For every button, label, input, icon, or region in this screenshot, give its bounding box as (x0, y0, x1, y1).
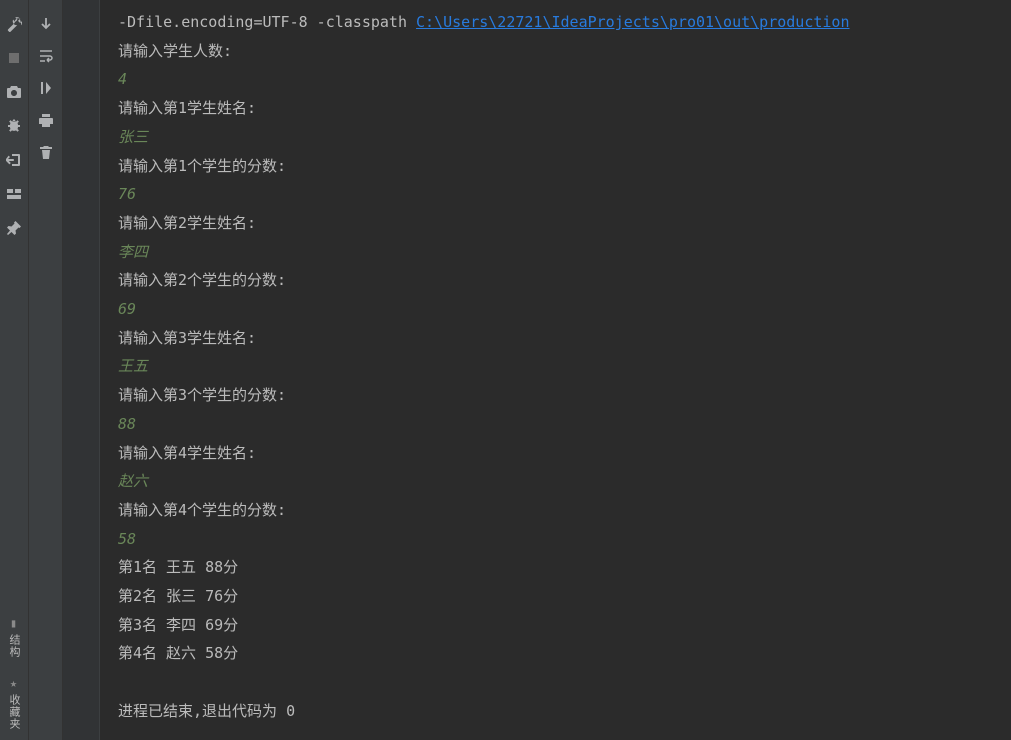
console-gutter (63, 0, 100, 740)
run-toolbar (29, 0, 63, 740)
favorites-label: 收藏夹 (6, 694, 22, 730)
console-line: 88 (118, 410, 993, 439)
jvm-args-prefix: -Dfile.encoding=UTF-8 -classpath (118, 13, 416, 31)
console-line: 请输入第1个学生的分数: (118, 152, 993, 181)
console-line: 69 (118, 295, 993, 324)
jvm-args-line: -Dfile.encoding=UTF-8 -classpath C:\User… (118, 8, 993, 37)
scroll-to-end-icon[interactable] (38, 80, 54, 96)
soft-wrap-icon[interactable] (38, 48, 54, 64)
console-line: 请输入第3个学生的分数: (118, 381, 993, 410)
console-line: 李四 (118, 238, 993, 267)
console-line: 请输入第2个学生的分数: (118, 266, 993, 295)
print-icon[interactable] (38, 112, 54, 128)
console-line: 张三 (118, 123, 993, 152)
console-line: 76 (118, 180, 993, 209)
console-line: 请输入第4个学生的分数: (118, 496, 993, 525)
console-line: 请输入第3学生姓名: (118, 324, 993, 353)
console-line (118, 668, 993, 697)
console-line: 请输入第2学生姓名: (118, 209, 993, 238)
console-line: 请输入学生人数: (118, 37, 993, 66)
console-line: 第2名 张三 76分 (118, 582, 993, 611)
structure-label: 结构 (6, 634, 22, 658)
bug-icon[interactable] (6, 118, 22, 134)
structure-panel-button[interactable]: ▮ 结构 (6, 616, 22, 658)
layout-icon[interactable] (6, 186, 22, 202)
console-line: 第3名 李四 69分 (118, 611, 993, 640)
console-line: 请输入第1学生姓名: (118, 94, 993, 123)
wrench-icon[interactable] (6, 16, 22, 32)
console-line: 4 (118, 65, 993, 94)
classpath-link[interactable]: C:\Users\22721\IdeaProjects\pro01\out\pr… (416, 13, 849, 31)
camera-icon[interactable] (6, 84, 22, 100)
console-line: 进程已结束,退出代码为 0 (118, 697, 993, 726)
structure-mini-icon: ▮ (10, 616, 18, 630)
far-left-toolbar: ▮ 结构 ★ 收藏夹 (0, 0, 29, 740)
console-output[interactable]: -Dfile.encoding=UTF-8 -classpath C:\User… (100, 0, 1011, 740)
console-line: 第4名 赵六 58分 (118, 639, 993, 668)
favorites-panel-button[interactable]: ★ 收藏夹 (6, 676, 22, 730)
console-line: 请输入第4学生姓名: (118, 439, 993, 468)
trash-icon[interactable] (38, 144, 54, 160)
down-arrow-icon[interactable] (38, 16, 54, 32)
stop-icon[interactable] (6, 50, 22, 66)
console-line: 赵六 (118, 467, 993, 496)
star-mini-icon: ★ (10, 676, 18, 690)
console-line: 第1名 王五 88分 (118, 553, 993, 582)
console-line: 58 (118, 525, 993, 554)
pin-icon[interactable] (6, 220, 22, 236)
exit-icon[interactable] (6, 152, 22, 168)
console-line: 王五 (118, 352, 993, 381)
